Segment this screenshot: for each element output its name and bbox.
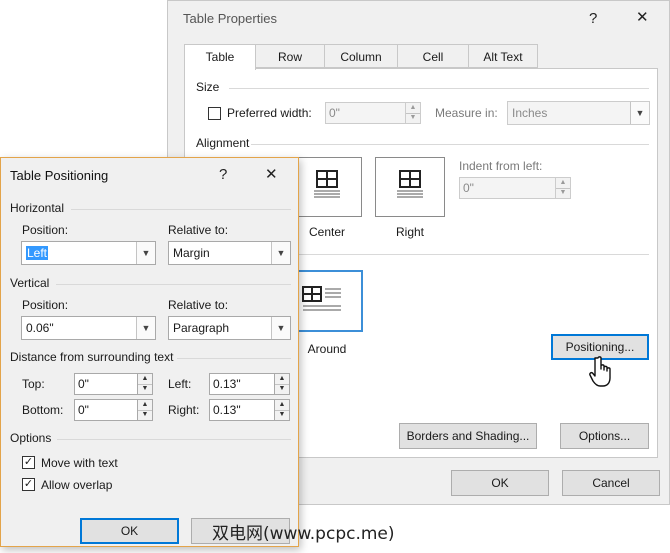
h-position-select[interactable]: Left ▼ (21, 241, 156, 265)
h-relative-value: Margin (173, 246, 210, 260)
preferred-width-checkbox[interactable] (208, 107, 221, 120)
dialog-title: Table Properties (183, 11, 277, 26)
cancel-button[interactable]: Cancel (562, 470, 660, 496)
bottom-spinner[interactable]: ▲ ▼ (137, 399, 153, 421)
hand-cursor-icon (589, 356, 611, 387)
close-button[interactable]: ✕ (265, 167, 278, 182)
left-input[interactable]: 0.13" (209, 373, 275, 395)
h-position-label: Position: (22, 223, 69, 237)
vertical-section-label: Vertical (10, 276, 50, 290)
ok-button[interactable]: OK (80, 518, 179, 544)
align-center-tile[interactable] (292, 157, 362, 217)
left-spinner[interactable]: ▲ ▼ (274, 373, 290, 395)
alignment-section-label: Alignment (196, 136, 250, 150)
options-separator (57, 439, 291, 440)
align-right-tile[interactable] (375, 157, 445, 217)
chevron-down-icon: ▼ (271, 242, 290, 264)
bottom-label: Bottom: (22, 403, 64, 417)
allow-overlap-checkbox[interactable]: ✓ (22, 478, 35, 491)
options-button[interactable]: Options... (560, 423, 649, 449)
table-positioning-dialog: Table Positioning ? ✕ Horizontal Positio… (0, 157, 299, 547)
tab-row-label: Row (277, 50, 302, 64)
checkmark-icon: ✓ (23, 456, 34, 468)
top-input[interactable]: 0" (74, 373, 138, 395)
horizontal-separator (71, 209, 291, 210)
spin-down-icon[interactable]: ▼ (275, 384, 289, 394)
v-relative-select[interactable]: Paragraph ▼ (168, 316, 291, 340)
top-spinner[interactable]: ▲ ▼ (137, 373, 153, 395)
spin-down-icon[interactable]: ▼ (275, 410, 289, 420)
indent-spinner[interactable]: ▲ ▼ (555, 177, 571, 199)
move-with-text-label: Move with text (41, 456, 118, 470)
spin-down-icon[interactable]: ▼ (138, 384, 152, 394)
close-button[interactable]: ✕ (636, 10, 649, 25)
align-center-icon (314, 170, 340, 198)
h-relative-label: Relative to: (168, 223, 229, 237)
bottom-input[interactable]: 0" (74, 399, 138, 421)
wrap-around-icon (302, 286, 341, 311)
checkmark-icon: ✓ (23, 478, 34, 490)
distance-section-label: Distance from surrounding text (10, 350, 174, 364)
spin-down-icon[interactable]: ▼ (138, 410, 152, 420)
distance-separator (177, 358, 291, 359)
right-label: Right: (168, 403, 200, 417)
borders-shading-button[interactable]: Borders and Shading... (399, 423, 537, 449)
h-relative-select[interactable]: Margin ▼ (168, 241, 291, 265)
vertical-separator (56, 284, 291, 285)
align-right-label: Right (395, 225, 424, 239)
spin-down-icon[interactable]: ▼ (556, 188, 570, 198)
spin-down-icon[interactable]: ▼ (406, 113, 420, 123)
help-button[interactable]: ? (219, 167, 227, 182)
dialog-title: Table Positioning (10, 168, 109, 183)
chevron-down-icon: ▼ (630, 102, 649, 124)
size-separator (229, 88, 649, 89)
options-section-label: Options (10, 431, 52, 445)
allow-overlap-label: Allow overlap (41, 478, 113, 492)
tab-cell[interactable]: Cell (397, 44, 469, 68)
tab-table[interactable]: Table (184, 44, 256, 70)
v-relative-label: Relative to: (168, 298, 229, 312)
tab-row[interactable]: Row (255, 44, 325, 68)
preferred-width-spinner[interactable]: ▲ ▼ (405, 102, 421, 124)
v-position-select[interactable]: 0.06" ▼ (21, 316, 156, 340)
tab-table-label: Table (205, 50, 235, 64)
h-position-value: Left (26, 246, 49, 260)
chevron-down-icon: ▼ (271, 317, 290, 339)
tab-column[interactable]: Column (324, 44, 398, 68)
tab-alt-text-label: Alt Text (483, 50, 523, 64)
alignment-separator (251, 144, 649, 145)
measure-in-value: Inches (512, 106, 548, 120)
preferred-width-label: Preferred width: (227, 106, 312, 120)
horizontal-section-label: Horizontal (10, 201, 65, 215)
measure-in-select[interactable]: Inches ▼ (507, 101, 650, 125)
preferred-width-input[interactable]: 0" (325, 102, 407, 124)
v-position-value: 0.06" (26, 321, 54, 335)
right-spinner[interactable]: ▲ ▼ (274, 399, 290, 421)
align-right-icon (397, 170, 423, 198)
move-with-text-checkbox[interactable]: ✓ (22, 456, 35, 469)
measure-in-label: Measure in: (435, 106, 498, 120)
indent-from-left-label: Indent from left: (459, 159, 543, 173)
watermark-text: 双电网(www.pcpc.me) (212, 524, 395, 544)
right-input[interactable]: 0.13" (209, 399, 275, 421)
chevron-down-icon: ▼ (136, 242, 155, 264)
top-label: Top: (22, 377, 45, 391)
help-button[interactable]: ? (589, 11, 597, 26)
indent-from-left-input[interactable]: 0" (459, 177, 556, 199)
left-label: Left: (168, 377, 192, 391)
size-section-label: Size (196, 80, 220, 94)
tab-alt-text[interactable]: Alt Text (468, 44, 538, 68)
wrap-around-tile[interactable] (292, 271, 362, 331)
v-position-label: Position: (22, 298, 69, 312)
wrap-around-label: Around (307, 342, 347, 356)
ok-button[interactable]: OK (451, 470, 549, 496)
align-center-label: Center (308, 225, 346, 239)
tab-column-label: Column (340, 50, 382, 64)
tab-cell-label: Cell (422, 50, 444, 64)
chevron-down-icon: ▼ (136, 317, 155, 339)
v-relative-value: Paragraph (173, 321, 230, 335)
